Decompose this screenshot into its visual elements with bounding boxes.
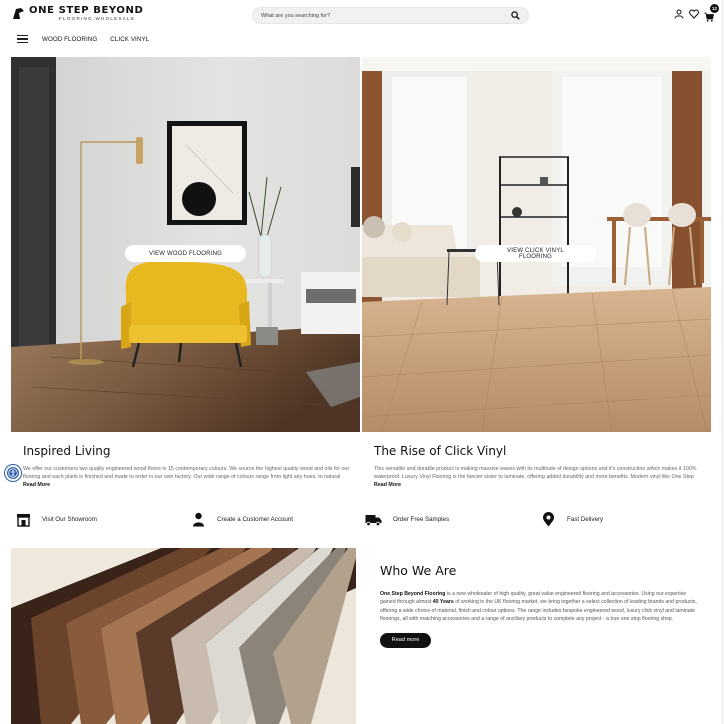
location-pin-icon	[543, 512, 554, 527]
inspired-living-title: Inspired Living	[23, 444, 111, 458]
menu-hamburger-icon[interactable]	[17, 35, 28, 43]
hero-wood-flooring-panel[interactable]: VIEW WOOD FLOORING	[11, 57, 360, 432]
feature-label: Create a Customer Account	[217, 516, 294, 523]
flooring-samples-image	[11, 548, 356, 724]
brand-tagline: FLOORING WHOLESALE	[59, 16, 136, 21]
who-brand-bold: One Step Beyond Flooring	[380, 591, 446, 597]
search-input[interactable]	[261, 12, 511, 19]
view-click-vinyl-button[interactable]: VIEW CLICK VINYL FLOORING	[475, 245, 596, 262]
search-bar	[252, 7, 529, 24]
cart-button[interactable]: 12	[704, 4, 719, 22]
brand-name: ONE STEP BEYOND	[29, 5, 144, 16]
feature-label: Fast Delivery	[567, 516, 604, 523]
who-we-are-body: One Step Beyond Flooring is a new wholes…	[380, 590, 700, 624]
wood-swatch-fan-image	[11, 548, 356, 724]
site-header: ONE STEP BEYOND FLOORING WHOLESALE 12	[0, 0, 724, 57]
inspired-living-body: We offer our customers two quality engin…	[23, 466, 350, 483]
wishlist-heart-icon[interactable]	[689, 9, 699, 19]
who-we-are-title: Who We Are	[380, 563, 457, 578]
feature-free-samples[interactable]: Order Free Samples	[365, 512, 449, 527]
accessibility-widget-button[interactable]	[5, 465, 21, 481]
main-nav: WOOD FLOORING CLICK VINYL	[17, 35, 162, 43]
hero-click-vinyl-panel[interactable]: VIEW CLICK VINYL FLOORING	[362, 57, 711, 432]
inspired-living-card: Inspired Living We offer our customers t…	[11, 432, 360, 492]
who-years-bold: 40 Years	[432, 599, 454, 606]
feature-fast-delivery[interactable]: Fast Delivery	[541, 512, 603, 527]
feature-label: Visit Our Showroom	[42, 516, 97, 523]
account-icon[interactable]	[674, 9, 684, 19]
cart-icon	[704, 12, 714, 22]
nav-item-wood-flooring[interactable]: WOOD FLOORING	[42, 36, 97, 43]
feature-create-account[interactable]: Create a Customer Account	[191, 512, 293, 527]
store-icon	[17, 514, 30, 527]
click-vinyl-body: This versatile and durable product is ma…	[374, 466, 697, 483]
feature-label: Order Free Samples	[393, 516, 450, 523]
click-vinyl-card: The Rise of Click Vinyl This versatile a…	[362, 432, 711, 492]
features-bar: Visit Our Showroom Create a Customer Acc…	[0, 512, 724, 532]
click-vinyl-title: The Rise of Click Vinyl	[374, 444, 507, 458]
header-actions: 12	[674, 4, 719, 22]
who-we-are-read-more-button[interactable]: Read more	[380, 632, 431, 648]
footprint-logo-icon	[13, 7, 24, 19]
truck-icon	[365, 515, 382, 527]
search-icon[interactable]	[511, 11, 520, 20]
brand-logo[interactable]: ONE STEP BEYOND FLOORING WHOLESALE	[12, 6, 143, 22]
feature-visit-showroom[interactable]: Visit Our Showroom	[16, 512, 97, 527]
nav-item-click-vinyl[interactable]: CLICK VINYL	[110, 36, 149, 43]
who-we-are-section: Who We Are One Step Beyond Flooring is a…	[380, 563, 700, 648]
view-wood-flooring-button[interactable]: VIEW WOOD FLOORING	[125, 245, 246, 262]
user-icon	[193, 512, 204, 527]
accessibility-icon	[8, 468, 18, 478]
cart-count-badge: 12	[710, 4, 719, 13]
